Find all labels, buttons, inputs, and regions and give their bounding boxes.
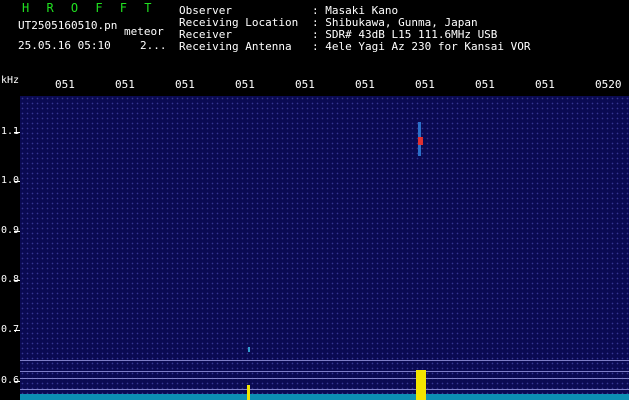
reference-line (20, 360, 629, 361)
reference-line (20, 389, 629, 390)
meteor-label: meteor (124, 25, 164, 38)
x-tick-label: 051 (235, 78, 255, 91)
x-tick-label: 051 (115, 78, 135, 91)
echo-bar (247, 385, 250, 400)
noise-floor (20, 394, 629, 400)
counter: 2... (140, 39, 167, 52)
x-tick-label: 051 (475, 78, 495, 91)
y-axis-unit: kHz (1, 75, 20, 86)
meteor-trace-core (418, 137, 423, 145)
x-tick-label: 051 (295, 78, 315, 91)
meteor-echo-bar (416, 370, 426, 400)
app-title: H R O F F T (22, 1, 157, 15)
x-tick-label: 051 (355, 78, 375, 91)
y-axis: kHz (0, 75, 20, 400)
x-tick-label: 0520 (595, 78, 622, 91)
x-tick-label: 051 (175, 78, 195, 91)
x-tick-label: 051 (55, 78, 75, 91)
x-tick-label: 051 (535, 78, 555, 91)
timestamp: 25.05.16 05:10 (18, 39, 111, 52)
x-tick-label: 051 (415, 78, 435, 91)
spectrogram-plot[interactable] (20, 96, 629, 400)
reference-line (20, 371, 629, 372)
file-name: UT2505160510.pn (18, 19, 118, 32)
reference-line (20, 378, 629, 379)
meteor-trace (248, 347, 250, 352)
antenna-value: : 4ele Yagi Az 230 for Kansai VOR (312, 40, 531, 53)
header-panel: H R O F F T UT2505160510.pn meteor 25.05… (0, 0, 629, 75)
antenna-label: Receiving Antenna (179, 40, 292, 53)
